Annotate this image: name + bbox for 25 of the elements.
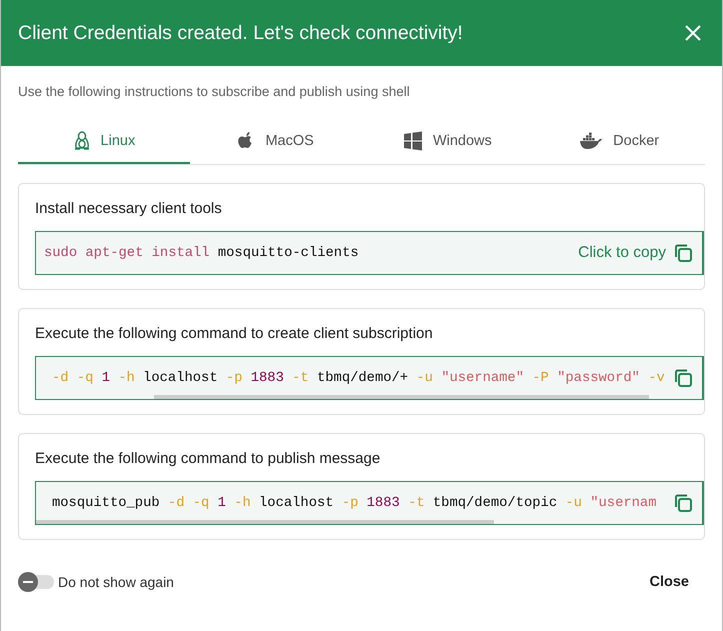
copy-icon: [674, 244, 692, 262]
close-icon: [684, 24, 702, 42]
scrollbar[interactable]: [154, 395, 649, 399]
step-title: Execute the following command to publish message: [35, 450, 382, 467]
windows-icon: [402, 130, 423, 150]
step-title: Install necessary client tools: [35, 200, 223, 217]
os-tab[interactable]: Linux: [18, 119, 190, 164]
toggle-label: Do not show again: [58, 574, 174, 590]
code-line: mosquitto_pub -d -q 1 -h localhost -p 1883 -t tbmq/demo/topic -u "usernam: [52, 496, 656, 510]
copy-button[interactable]: Click to copy: [574, 244, 702, 262]
code-line: sudo apt-get install mosquitto-clients: [44, 246, 359, 260]
dialog-title: Client Credentials created. Let's check connectivity!: [18, 22, 463, 44]
copy-icon: [674, 369, 692, 387]
instructions-text: Use the following instructions to subscribe and publish using shell: [18, 84, 411, 99]
scrollbar[interactable]: [36, 520, 494, 524]
close-button[interactable]: Close: [638, 568, 701, 596]
penguin-icon: [72, 130, 91, 150]
os-tab[interactable]: MacOS: [190, 119, 362, 164]
whale-icon: [579, 132, 604, 150]
toggle-switch[interactable]: [18, 575, 54, 589]
step-title: Execute the following command to create client subscription: [35, 325, 434, 342]
os-tab[interactable]: Docker: [533, 119, 705, 164]
code-line: -d -q 1 -h localhost -p 1883 -t tbmq/demo/+ -u "username" -P "password" -v: [52, 370, 665, 386]
os-tab[interactable]: Windows: [362, 119, 534, 164]
copy-icon: [674, 494, 692, 512]
